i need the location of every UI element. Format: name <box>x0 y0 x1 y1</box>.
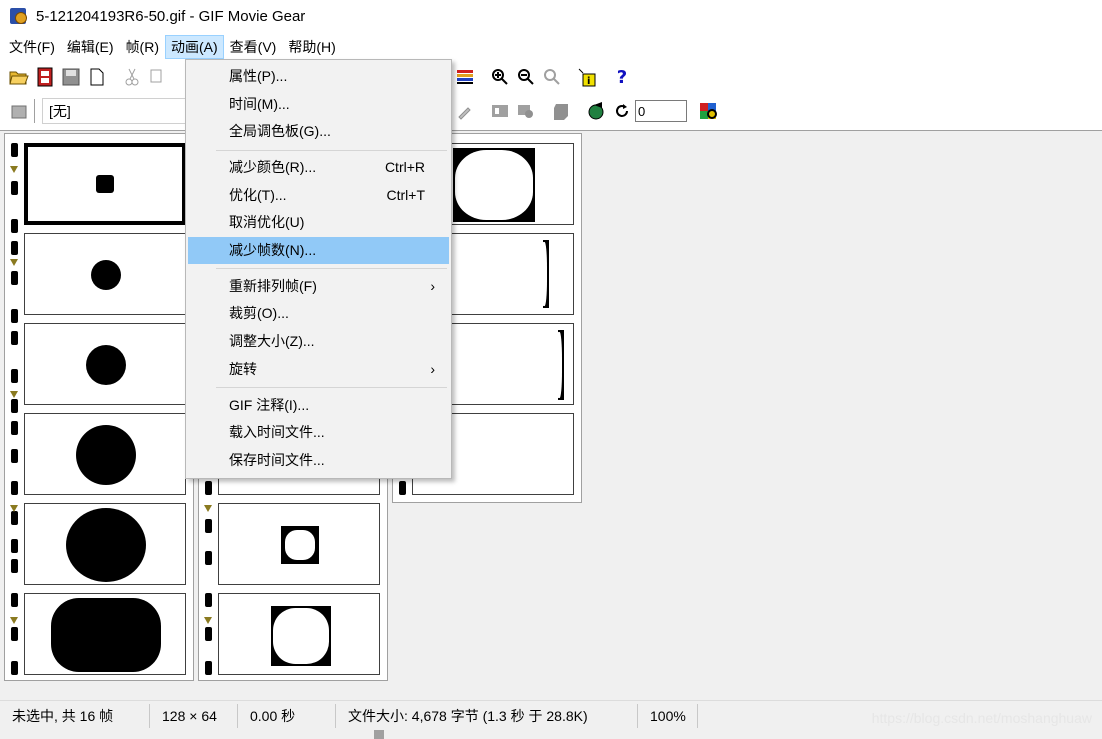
color-check-icon[interactable] <box>696 98 722 124</box>
menu-item-reduce-frames[interactable]: 减少帧数(N)... <box>188 237 449 264</box>
frames-workspace <box>0 130 1102 700</box>
animation-menu-dropdown: 属性(P)... 时间(M)... 全局调色板(G)... 减少颜色(R)...… <box>185 59 452 479</box>
menu-item-resize[interactable]: 调整大小(Z)... <box>188 328 449 355</box>
help-icon[interactable]: ? <box>609 64 635 90</box>
status-filesize: 文件大小: 4,678 字节 (1.3 秒 于 28.8K) <box>336 703 638 728</box>
loop-icon[interactable] <box>609 98 635 124</box>
frame-14[interactable] <box>218 593 380 675</box>
frame-1[interactable] <box>24 143 186 225</box>
window-title: 5-121204193R6-50.gif - GIF Movie Gear <box>36 7 306 25</box>
submenu-arrow-icon: › <box>430 361 435 377</box>
menu-help[interactable]: 帮助(H) <box>282 35 341 59</box>
open-film-icon[interactable] <box>32 64 58 90</box>
eyedropper-icon[interactable] <box>452 98 478 124</box>
submenu-arrow-icon: › <box>430 278 435 294</box>
menu-bar: 文件(F) 编辑(E) 帧(R) 动画(A) 查看(V) 帮助(H) <box>0 34 1102 60</box>
app-icon <box>10 6 30 26</box>
menu-item-rotate[interactable]: 旋转 › <box>188 356 449 383</box>
menu-item-crop[interactable]: 裁剪(O)... <box>188 300 449 327</box>
scrollbar-thumb[interactable] <box>374 730 384 739</box>
horizontal-scrollbar[interactable] <box>0 730 1102 739</box>
copy-icon[interactable] <box>145 64 171 90</box>
frame-shape-icon[interactable] <box>548 98 574 124</box>
zoom-out-icon[interactable] <box>513 64 539 90</box>
zoom-in-icon[interactable] <box>487 64 513 90</box>
save-icon[interactable] <box>58 64 84 90</box>
frame-13[interactable] <box>218 503 380 585</box>
menu-item-properties[interactable]: 属性(P)... <box>188 63 449 90</box>
title-bar: 5-121204193R6-50.gif - GIF Movie Gear <box>0 0 1102 32</box>
menu-item-save-timing-file[interactable]: 保存时间文件... <box>188 447 449 474</box>
status-dimensions: 128 × 64 <box>150 703 238 728</box>
frame-6[interactable] <box>24 593 186 675</box>
svg-text:i: i <box>587 76 590 87</box>
play-animation-icon[interactable] <box>583 98 609 124</box>
menu-item-optimize[interactable]: 优化(T)... Ctrl+T <box>188 182 449 209</box>
info-icon[interactable]: i <box>574 64 600 90</box>
menu-frame[interactable]: 帧(R) <box>120 35 165 59</box>
cut-icon[interactable] <box>119 64 145 90</box>
shortcut-optimize: Ctrl+T <box>386 187 426 203</box>
palette-select[interactable]: [无] <box>42 98 192 124</box>
menu-item-load-timing-file[interactable]: 载入时间文件... <box>188 419 449 446</box>
menu-animation[interactable]: 动画(A) <box>165 35 224 59</box>
frame-split-icon[interactable] <box>487 98 513 124</box>
menu-file[interactable]: 文件(F) <box>3 35 61 59</box>
menu-item-timing[interactable]: 时间(M)... <box>188 91 449 118</box>
frame-3[interactable] <box>24 323 186 405</box>
frame-2[interactable] <box>24 233 186 315</box>
colors-icon[interactable] <box>452 64 478 90</box>
menu-view[interactable]: 查看(V) <box>224 35 283 59</box>
palette-icon[interactable] <box>6 98 32 124</box>
main-toolbar: i ? <box>0 60 1102 94</box>
menu-item-global-palette[interactable]: 全局调色板(G)... <box>188 118 449 145</box>
frame-5[interactable] <box>24 503 186 585</box>
new-document-icon[interactable] <box>84 64 110 90</box>
status-zoom: 100% <box>638 703 698 728</box>
loop-count-input[interactable] <box>635 100 687 122</box>
menu-edit[interactable]: 编辑(E) <box>61 35 120 59</box>
frame-4[interactable] <box>24 413 186 495</box>
shortcut-reduce-colors: Ctrl+R <box>384 159 425 175</box>
frame-search-icon[interactable] <box>513 98 539 124</box>
menu-item-unoptimize[interactable]: 取消优化(U) <box>188 209 449 236</box>
menu-item-gif-comment[interactable]: GIF 注释(I)... <box>188 392 449 419</box>
watermark: https://blog.csdn.net/moshanghuaw <box>871 710 1092 726</box>
open-folder-icon[interactable] <box>6 64 32 90</box>
menu-item-reduce-colors[interactable]: 减少颜色(R)... Ctrl+R <box>188 154 449 181</box>
menu-item-reorder-frames[interactable]: 重新排列帧(F) › <box>188 273 449 300</box>
status-selection: 未选中, 共 16 帧 <box>0 703 150 728</box>
status-time: 0.00 秒 <box>238 703 336 728</box>
zoom-actual-icon[interactable] <box>539 64 565 90</box>
